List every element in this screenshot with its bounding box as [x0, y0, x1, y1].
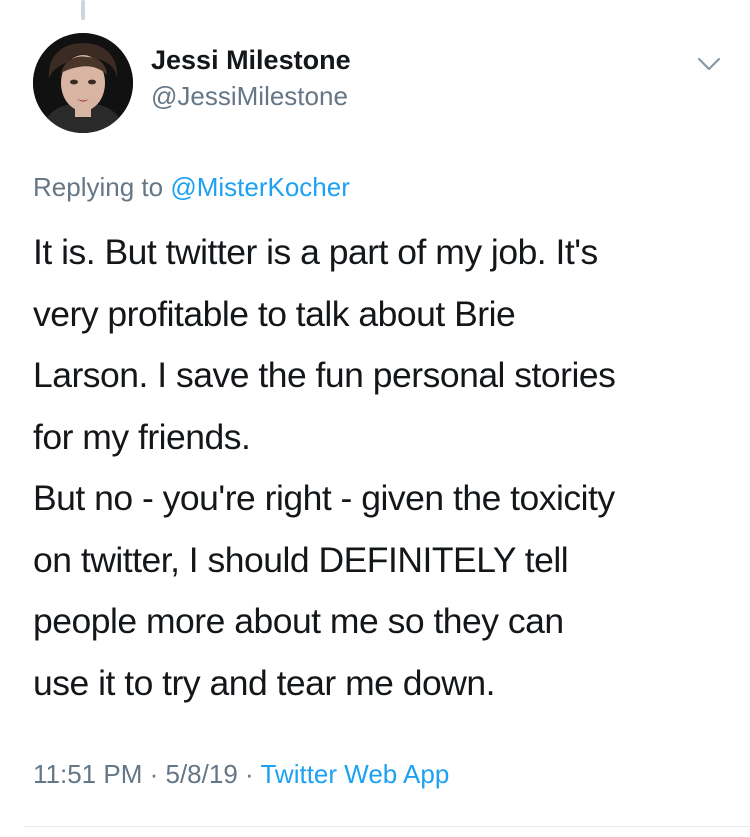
replying-to-label: Replying to	[33, 172, 164, 202]
divider	[24, 826, 750, 827]
profile-photo-icon	[33, 33, 133, 133]
avatar[interactable]	[33, 33, 133, 133]
username-handle[interactable]: @JessiMilestone	[151, 79, 351, 113]
tweet-text-line: But no - you're right - given the toxici…	[33, 478, 615, 518]
tweet-text-line: people more about me so they can	[33, 601, 564, 641]
thread-connector-line	[81, 0, 85, 20]
replying-to-line: Replying to @MisterKocher	[33, 170, 350, 204]
tweet-metadata: 11:51 PM · 5/8/19 · Twitter Web App	[33, 757, 449, 791]
tweet-header: Jessi Milestone @JessiMilestone	[33, 33, 726, 133]
display-name[interactable]: Jessi Milestone	[151, 43, 351, 77]
tweet-time[interactable]: 11:51 PM	[33, 759, 142, 789]
tweet-text-line: Larson. I save the fun personal stories	[33, 355, 616, 395]
tweet-source-link[interactable]: Twitter Web App	[260, 759, 449, 789]
author-names[interactable]: Jessi Milestone @JessiMilestone	[151, 43, 351, 113]
reply-mention-link[interactable]: @MisterKocher	[170, 172, 350, 202]
meta-separator: ·	[149, 759, 159, 789]
chevron-down-icon[interactable]	[692, 47, 726, 81]
tweet-date[interactable]: 5/8/19	[166, 759, 238, 789]
tweet-text-line: It is. But twitter is a part of my job. …	[33, 232, 598, 272]
tweet-text-line: for my friends.	[33, 416, 251, 457]
tweet-text: It is. But twitter is a part of my job. …	[33, 222, 723, 714]
tweet-text-line: on twitter, I should DEFINITELY tell	[33, 539, 569, 580]
tweet-text-line: very profitable to talk about Brie	[33, 293, 516, 334]
tweet-text-line: use it to try and tear me down.	[33, 662, 496, 703]
meta-separator: ·	[245, 759, 254, 789]
